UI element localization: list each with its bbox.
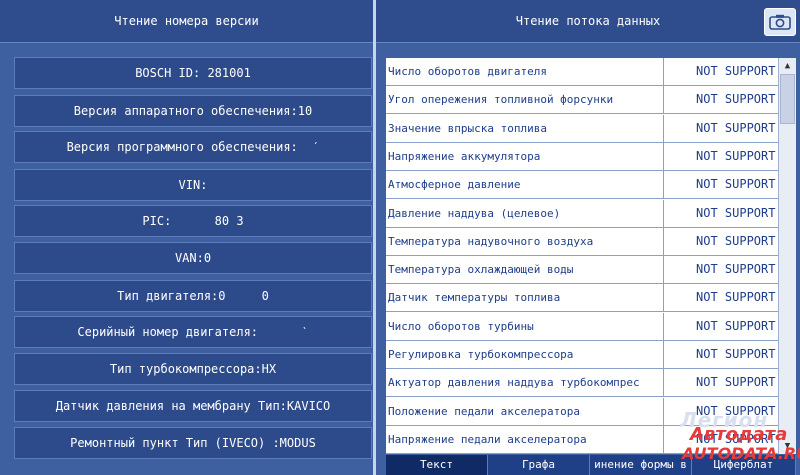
version-info-item[interactable]: Датчик давления на мембрану Тип:KAVICO <box>14 390 372 422</box>
version-info-item[interactable]: VAN:0 <box>14 242 372 274</box>
view-tabs: Текст Графа инение формы в Циферблат <box>386 455 796 475</box>
parameter-value: NOT SUPPORT <box>696 318 776 333</box>
tab-3[interactable]: Циферблат <box>692 455 796 475</box>
parameter-name: Число оборотов турбины <box>386 312 664 340</box>
parameter-name: Напряжение педали акселератора <box>386 425 664 453</box>
parameter-name: Регулировка турбокомпрессора <box>386 341 664 368</box>
parameter-name: Угол опережения топливной форсунки <box>386 86 664 114</box>
parameter-name: Положение педали акселератора <box>386 397 664 425</box>
tab-0[interactable]: Текст <box>386 455 488 475</box>
right-panel-title: Чтение потока данных <box>376 0 800 43</box>
parameter-name: Давление наддува (целевое) <box>386 199 664 227</box>
table-row[interactable]: Напряжение педали акселератора NOT SUPPOR… <box>386 425 778 454</box>
table-row[interactable]: Температура надувочного воздуха NOT SUPPO… <box>386 227 778 256</box>
parameter-name: Число оборотов двигателя <box>386 58 664 85</box>
table-row[interactable]: Датчик температуры топлива NOT SUPPORT <box>386 284 778 313</box>
parameter-name: Значение впрыска топлива <box>386 114 664 142</box>
version-info-item[interactable]: Серийный номер двигателя: ˋ <box>14 316 372 348</box>
screenshot-button[interactable] <box>764 8 796 36</box>
version-info-item[interactable]: Тип турбокомпрессора:HX <box>14 353 372 385</box>
parameter-value: NOT SUPPORT <box>696 403 776 418</box>
version-info-item[interactable]: VIN: <box>14 169 372 201</box>
parameter-value: NOT SUPPORT <box>696 233 776 248</box>
scroll-down-icon[interactable]: ▼ <box>779 438 796 454</box>
parameter-value: NOT SUPPORT <box>696 262 776 277</box>
version-info-item[interactable]: Версия аппаратного обеспечения:10 <box>14 95 372 127</box>
table-row[interactable]: Актуатор давления наддува турбокомпрес NO… <box>386 369 778 398</box>
parameter-value: NOT SUPPORT <box>696 431 776 446</box>
parameter-name: Атмосферное давление <box>386 171 664 199</box>
scroll-up-icon[interactable]: ▲ <box>779 58 796 74</box>
parameter-value: NOT SUPPORT <box>696 92 776 107</box>
parameter-value: NOT SUPPORT <box>696 290 776 305</box>
table-scrollbar[interactable]: ▲ ▼ <box>778 58 796 454</box>
data-stream-table: Число оборотов двигателя NOT SUPPORT Угол … <box>386 58 778 454</box>
left-panel-title: Чтение номера версии <box>0 0 373 43</box>
table-row[interactable]: Число оборотов двигателя NOT SUPPORT <box>386 58 778 86</box>
version-info-item[interactable]: Версия программного обеспечения: ˊ <box>14 131 372 163</box>
parameter-name: Напряжение аккумулятора <box>386 142 664 170</box>
parameter-value: NOT SUPPORT <box>696 64 776 78</box>
parameter-value: NOT SUPPORT <box>696 177 776 192</box>
parameter-name: Актуатор давления наддува турбокомпрес <box>386 369 664 397</box>
parameter-value: NOT SUPPORT <box>696 375 776 390</box>
tab-2[interactable]: инение формы в <box>590 455 692 475</box>
parameter-value: NOT SUPPORT <box>696 148 776 163</box>
parameter-value: NOT SUPPORT <box>696 205 776 220</box>
table-row[interactable]: Значение впрыска топлива NOT SUPPORT <box>386 114 778 143</box>
camera-icon <box>769 14 791 30</box>
parameter-value: NOT SUPPORT <box>696 120 776 135</box>
table-row[interactable]: Давление наддува (целевое) NOT SUPPORT <box>386 199 778 228</box>
parameter-name: Температура охлаждающей воды <box>386 256 664 284</box>
version-info-item[interactable]: Тип двигателя:0 0 <box>14 280 372 312</box>
parameter-name: Температура надувочного воздуха <box>386 227 664 255</box>
table-row[interactable]: Напряжение аккумулятора NOT SUPPORT <box>386 142 778 171</box>
version-info-item[interactable]: BOSCH ID: 281001 <box>14 57 372 89</box>
version-info-item[interactable]: Ремонтный пункт Тип (IVECO) :MODUS <box>14 427 372 459</box>
parameter-value: NOT SUPPORT <box>696 347 776 361</box>
scroll-thumb[interactable] <box>780 74 795 124</box>
table-row[interactable]: Температура охлаждающей воды NOT SUPPORT <box>386 256 778 285</box>
table-row[interactable]: Положение педали акселератора NOT SUPPORT <box>386 397 778 426</box>
tab-1[interactable]: Графа <box>488 455 590 475</box>
table-row[interactable]: Число оборотов турбины NOT SUPPORT <box>386 312 778 341</box>
table-row[interactable]: Атмосферное давление NOT SUPPORT <box>386 171 778 200</box>
version-info-item[interactable]: PIC: 80 3 <box>14 205 372 237</box>
table-row[interactable]: Регулировка турбокомпрессора NOT SUPPORT <box>386 341 778 369</box>
table-row[interactable]: Угол опережения топливной форсунки NOT SU… <box>386 86 778 115</box>
parameter-name: Датчик температуры топлива <box>386 284 664 312</box>
